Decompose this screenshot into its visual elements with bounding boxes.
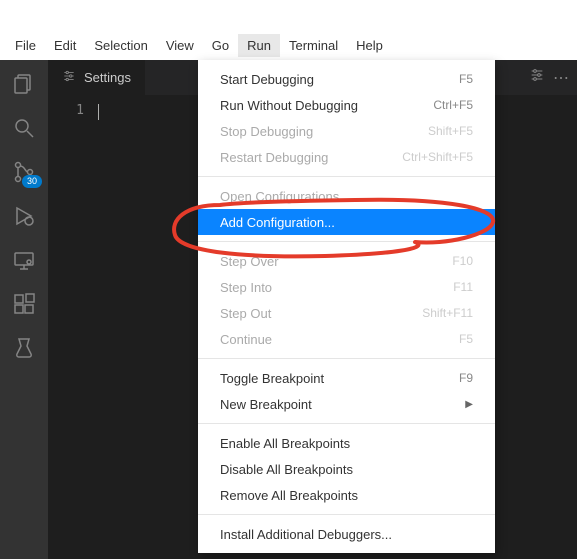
menu-item-shortcut: Ctrl+Shift+F5 [402,150,473,164]
menu-help[interactable]: Help [347,34,392,57]
menu-item-shortcut: F5 [459,332,473,346]
menu-item-label: Step Out [220,306,271,321]
menu-item-toggle-breakpoint[interactable]: Toggle Breakpoint F9 [198,365,495,391]
menu-item-label: Step Over [220,254,279,269]
menu-item-label: Stop Debugging [220,124,313,139]
menu-item-label: Remove All Breakpoints [220,488,358,503]
menu-item-label: Continue [220,332,272,347]
menu-edit[interactable]: Edit [45,34,85,57]
menu-item-label: Enable All Breakpoints [220,436,350,451]
menu-item-new-breakpoint[interactable]: New Breakpoint ▶ [198,391,495,417]
menu-item-label: Install Additional Debuggers... [220,527,392,542]
menu-item-step-out: Step Out Shift+F11 [198,300,495,326]
menu-separator [198,241,495,242]
menu-separator [198,514,495,515]
menu-item-label: Toggle Breakpoint [220,371,324,386]
menu-item-disable-all-breakpoints[interactable]: Disable All Breakpoints [198,456,495,482]
menu-separator [198,423,495,424]
explorer-icon[interactable] [10,70,38,98]
source-control-icon[interactable]: 30 [10,158,38,186]
menu-item-label: Run Without Debugging [220,98,358,113]
menu-item-enable-all-breakpoints[interactable]: Enable All Breakpoints [198,430,495,456]
menu-selection[interactable]: Selection [85,34,156,57]
window-titlebar [0,0,577,30]
menu-view[interactable]: View [157,34,203,57]
settings-tab-icon [62,69,76,86]
tab-settings[interactable]: Settings [48,60,145,95]
menu-item-restart-debugging: Restart Debugging Ctrl+Shift+F5 [198,144,495,170]
menu-terminal[interactable]: Terminal [280,34,347,57]
menu-item-label: New Breakpoint [220,397,312,412]
menu-go[interactable]: Go [203,34,238,57]
run-debug-icon[interactable] [10,202,38,230]
testing-icon[interactable] [10,334,38,362]
line-number: 1 [48,95,98,559]
menu-item-shortcut: F9 [459,371,473,385]
menu-item-install-additional-debuggers[interactable]: Install Additional Debuggers... [198,521,495,547]
remote-icon[interactable] [10,246,38,274]
menu-item-remove-all-breakpoints[interactable]: Remove All Breakpoints [198,482,495,508]
menu-item-step-into: Step Into F11 [198,274,495,300]
editor-cursor [98,104,99,120]
extensions-icon[interactable] [10,290,38,318]
menu-item-label: Add Configuration... [220,215,335,230]
menu-item-shortcut: Shift+F5 [428,124,473,138]
menu-item-label: Disable All Breakpoints [220,462,353,477]
menu-separator [198,358,495,359]
more-actions-icon[interactable]: ⋯ [553,68,569,88]
menu-item-shortcut: Shift+F11 [422,306,473,320]
menu-item-start-debugging[interactable]: Start Debugging F5 [198,66,495,92]
menu-separator [198,176,495,177]
submenu-arrow-icon: ▶ [465,399,473,410]
menu-run[interactable]: Run [238,34,280,57]
menu-item-run-without-debugging[interactable]: Run Without Debugging Ctrl+F5 [198,92,495,118]
activity-bar: 30 [0,60,48,559]
run-menu-dropdown: Start Debugging F5 Run Without Debugging Ct… [198,60,495,553]
search-icon[interactable] [10,114,38,142]
menu-item-label: Step Into [220,280,272,295]
tab-title: Settings [84,70,131,85]
menu-item-shortcut: F11 [453,280,473,294]
menu-item-step-over: Step Over F10 [198,248,495,274]
menu-item-open-configurations: Open Configurations [198,183,495,209]
menu-item-add-configuration[interactable]: Add Configuration... [198,209,495,235]
menu-item-label: Open Configurations [220,189,339,204]
menu-item-label: Start Debugging [220,72,314,87]
menu-file[interactable]: File [6,34,45,57]
source-control-badge: 30 [22,175,42,188]
menu-item-stop-debugging: Stop Debugging Shift+F5 [198,118,495,144]
menu-item-shortcut: F5 [459,72,473,86]
menubar: File Edit Selection View Go Run Terminal… [0,30,577,60]
menu-item-shortcut: Ctrl+F5 [433,98,473,112]
tab-actions: ⋯ [529,60,577,95]
menu-item-continue: Continue F5 [198,326,495,352]
menu-item-label: Restart Debugging [220,150,328,165]
menu-item-shortcut: F10 [452,254,473,268]
editor-settings-icon[interactable] [529,67,545,88]
